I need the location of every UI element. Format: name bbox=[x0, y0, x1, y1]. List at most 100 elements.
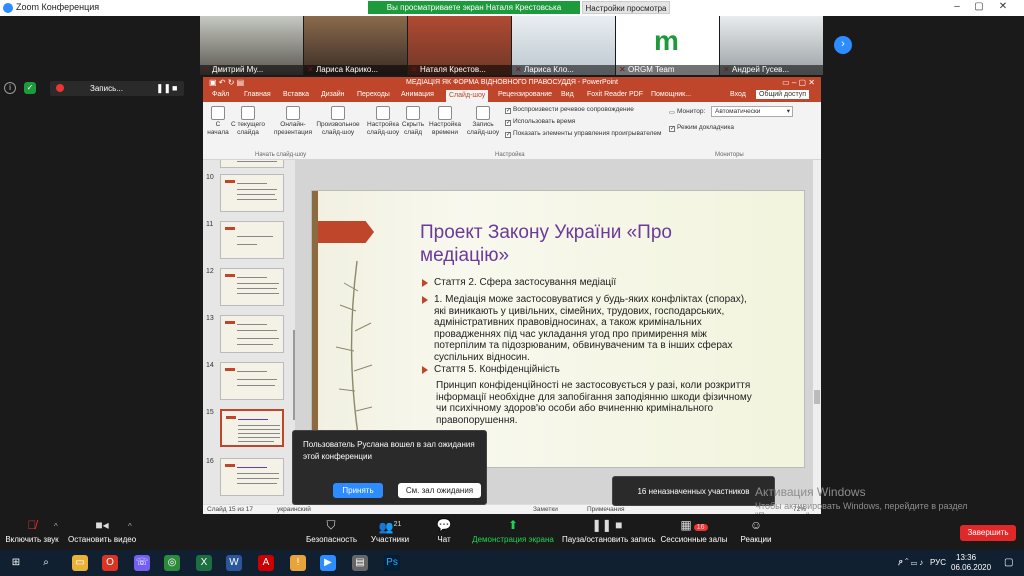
slide-thumbnail[interactable] bbox=[220, 268, 284, 306]
photoshop-icon[interactable]: Ps bbox=[384, 555, 400, 571]
windows-start-icon[interactable]: ⊞ bbox=[8, 555, 24, 571]
maximize-icon[interactable]: ▢ bbox=[972, 1, 986, 14]
stop-recording-icon[interactable]: ■ bbox=[172, 83, 177, 93]
tab-foxit[interactable]: Foxit Reader PDF bbox=[587, 91, 643, 98]
reactions-button[interactable]: ☺ Реакции bbox=[738, 518, 774, 544]
bullet-arrow-icon bbox=[422, 279, 428, 287]
rehearse-timing-button[interactable]: Настройка времени bbox=[428, 106, 462, 137]
from-start-button[interactable]: С начала bbox=[206, 106, 230, 137]
monitor-label: ▭ Монитор: bbox=[669, 108, 706, 116]
viber-icon[interactable]: ☏ bbox=[134, 555, 150, 571]
slide-side-bar bbox=[312, 191, 318, 467]
acrobat-icon[interactable]: A bbox=[258, 555, 274, 571]
language-indicator[interactable]: украинский bbox=[277, 506, 311, 513]
tab-design[interactable]: Дизайн bbox=[321, 91, 345, 98]
minimize-icon[interactable]: – bbox=[950, 1, 964, 14]
view-waiting-room-button[interactable]: См. зал ожидания bbox=[398, 483, 481, 498]
chevron-up-icon[interactable]: ^ bbox=[128, 522, 132, 531]
hide-slide-button[interactable]: Скрыть слайд bbox=[401, 106, 425, 137]
participant-video[interactable]: ✕Наталя Крестов... bbox=[408, 16, 511, 75]
chk-timing[interactable]: ✓ Использовать время bbox=[505, 118, 575, 126]
zoom-taskbar-icon[interactable]: ▶ bbox=[320, 555, 336, 571]
word-icon[interactable]: W bbox=[226, 555, 242, 571]
stop-video-button[interactable]: ■◂ Остановить видео bbox=[68, 518, 136, 544]
slide-title[interactable]: Проект Закону України «Про медіацію» bbox=[420, 221, 750, 267]
participant-video[interactable]: ✕Лариса Кло... bbox=[512, 16, 615, 75]
unmute-button[interactable]: 🎙̸ Включить звук bbox=[4, 518, 60, 544]
close-icon[interactable]: ✕ bbox=[996, 1, 1010, 14]
participant-video[interactable]: m ✕ORGM Team bbox=[616, 16, 719, 75]
comments-button[interactable]: Примечания bbox=[587, 506, 625, 513]
media-icon[interactable]: ▤ bbox=[352, 555, 368, 571]
from-current-button[interactable]: С текущего слайда bbox=[231, 106, 265, 137]
participant-video[interactable]: ✕Дмитрий Му... bbox=[200, 16, 303, 75]
tab-home[interactable]: Главная bbox=[244, 91, 271, 98]
files-icon[interactable]: ! bbox=[290, 555, 306, 571]
tab-review[interactable]: Рецензирование bbox=[498, 91, 552, 98]
security-button[interactable]: ⛉ Безопасность bbox=[306, 518, 357, 544]
ppt-title: МЕДІАЦІЯ ЯК ФОРМА ВІДНОВНОГО ПРАВОСУДДЯ … bbox=[406, 79, 618, 86]
slide-thumbnail[interactable] bbox=[220, 221, 284, 259]
pause-stop-recording-button[interactable]: ❚❚ ■ Пауза/остановить запись bbox=[562, 518, 656, 544]
monitor-select[interactable]: Автоматически ▾ bbox=[711, 106, 793, 117]
tab-transitions[interactable]: Переходы bbox=[357, 91, 390, 98]
chk-narration[interactable]: ✓ Воспроизвести речевое сопровождение bbox=[505, 106, 634, 114]
shield-icon[interactable]: ✓ bbox=[24, 82, 36, 94]
record-slideshow-button[interactable]: Запись слайд-шоу bbox=[465, 106, 501, 137]
next-page-button[interactable]: › bbox=[834, 36, 852, 54]
online-presentation-button[interactable]: Онлайн-презентация bbox=[273, 106, 313, 137]
ppt-window-controls[interactable]: ▭ – ▢ ✕ bbox=[782, 77, 815, 89]
tray-icons[interactable]: ዖ ⌃ ▭ ♪ bbox=[898, 558, 923, 568]
tab-animations[interactable]: Анимация bbox=[401, 91, 434, 98]
custom-slideshow-button[interactable]: Произвольное слайд-шоу bbox=[315, 106, 361, 137]
share-screen-button[interactable]: ⬆ Демонстрация экрана bbox=[472, 518, 554, 544]
viewing-banner: Вы просматриваете экран Наталя Крестовсь… bbox=[368, 1, 580, 14]
notes-button[interactable]: Заметки bbox=[533, 506, 558, 513]
checkbox-icon: ✓ bbox=[669, 126, 676, 132]
record-dot-icon bbox=[56, 84, 64, 92]
tab-insert[interactable]: Вставка bbox=[283, 91, 309, 98]
slide-bullet: 1. Медіація може застосовуватися у будь-… bbox=[422, 294, 792, 363]
info-icon[interactable]: i bbox=[4, 82, 16, 94]
slide-number: 10 bbox=[206, 174, 214, 181]
notifications-icon[interactable]: ▢ bbox=[1004, 557, 1013, 568]
breakout-rooms-button[interactable]: ▦ 16 Сессионные залы bbox=[660, 518, 728, 544]
slide-thumbnail-selected[interactable] bbox=[220, 409, 284, 447]
tab-slideshow[interactable]: Слайд-шоу bbox=[446, 90, 489, 102]
chevron-up-icon[interactable]: ^ bbox=[54, 522, 58, 531]
sign-in-link[interactable]: Вход bbox=[730, 91, 746, 98]
chrome-icon[interactable]: ◎ bbox=[164, 555, 180, 571]
slide-counter: Слайд 15 из 17 bbox=[207, 506, 254, 513]
file-explorer-icon[interactable]: ▭ bbox=[72, 555, 88, 571]
participants-button[interactable]: 👥21 Участники bbox=[366, 518, 414, 544]
slide-thumbnail[interactable] bbox=[220, 458, 284, 496]
slide-scrollbar[interactable] bbox=[813, 160, 821, 504]
language-indicator[interactable]: РУС bbox=[930, 558, 946, 567]
chat-button[interactable]: 💬 Чат bbox=[430, 518, 458, 544]
unassigned-participants-tooltip: 16 неназначенных участников bbox=[612, 476, 775, 506]
qat-icons[interactable]: ▣ ↶ ↻ ▤ bbox=[209, 77, 244, 89]
view-options-button[interactable]: Настройки просмотра bbox=[582, 1, 670, 14]
slideshow-start-icon bbox=[211, 106, 225, 120]
opera-icon[interactable]: O bbox=[102, 555, 118, 571]
tab-file[interactable]: Файл bbox=[212, 91, 229, 98]
slide-thumbnail[interactable] bbox=[220, 362, 284, 400]
end-meeting-button[interactable]: Завершить bbox=[960, 525, 1016, 541]
chk-presenter-view[interactable]: ✓ Режим докладчика bbox=[669, 124, 734, 132]
accept-button[interactable]: Принять bbox=[333, 483, 383, 498]
share-button[interactable]: Общий доступ bbox=[756, 90, 810, 99]
excel-icon[interactable]: X bbox=[196, 555, 212, 571]
pause-recording-icon[interactable]: ❚❚ bbox=[156, 83, 171, 94]
slide-thumbnail[interactable] bbox=[220, 174, 284, 212]
setup-slideshow-button[interactable]: Настройка слайд-шоу bbox=[366, 106, 400, 137]
custom-show-icon bbox=[331, 106, 345, 120]
tab-view[interactable]: Вид bbox=[561, 91, 574, 98]
slide-thumbnail[interactable] bbox=[220, 160, 284, 168]
slide-thumbnail[interactable] bbox=[220, 315, 284, 353]
recording-label: Запись... bbox=[90, 84, 123, 93]
participant-video[interactable]: ✕Лариса Карико... bbox=[304, 16, 407, 75]
tab-assistant[interactable]: Помощник... bbox=[651, 91, 691, 98]
chk-controls[interactable]: ✓ Показать элементы управления проигрыват… bbox=[505, 130, 661, 138]
search-icon[interactable]: ⌕ bbox=[38, 555, 54, 571]
participant-video[interactable]: ✕Андрей Гусев... bbox=[720, 16, 823, 75]
